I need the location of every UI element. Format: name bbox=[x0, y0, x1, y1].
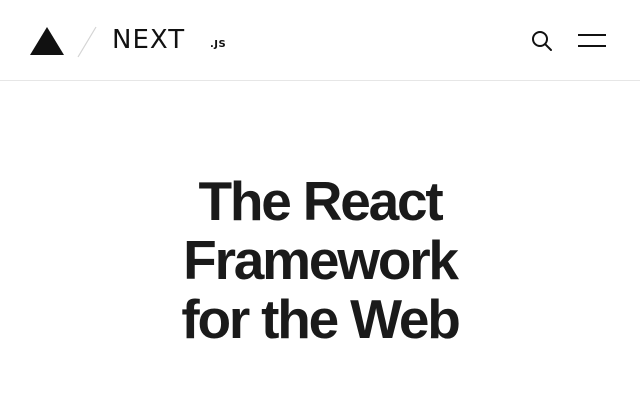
site-header: NEXT .JS bbox=[0, 0, 640, 81]
triangle-logo-icon[interactable] bbox=[30, 27, 64, 55]
page: NEXT .JS The React Framework for the Web bbox=[0, 0, 640, 400]
hero-title-line: The React bbox=[198, 170, 443, 232]
search-button[interactable] bbox=[530, 29, 554, 53]
hero-section: The React Framework for the Web bbox=[0, 172, 640, 349]
brand-suffix: .JS bbox=[210, 39, 227, 50]
brand-name: NEXT bbox=[112, 25, 186, 55]
slash-divider bbox=[77, 26, 97, 58]
hamburger-menu-icon bbox=[578, 34, 606, 47]
search-icon bbox=[532, 31, 552, 51]
hero-title-line: Framework bbox=[183, 229, 459, 291]
menu-button[interactable] bbox=[576, 31, 608, 51]
hero-title: The React Framework for the Web bbox=[0, 172, 640, 349]
hero-title-line: for the Web bbox=[181, 288, 460, 350]
